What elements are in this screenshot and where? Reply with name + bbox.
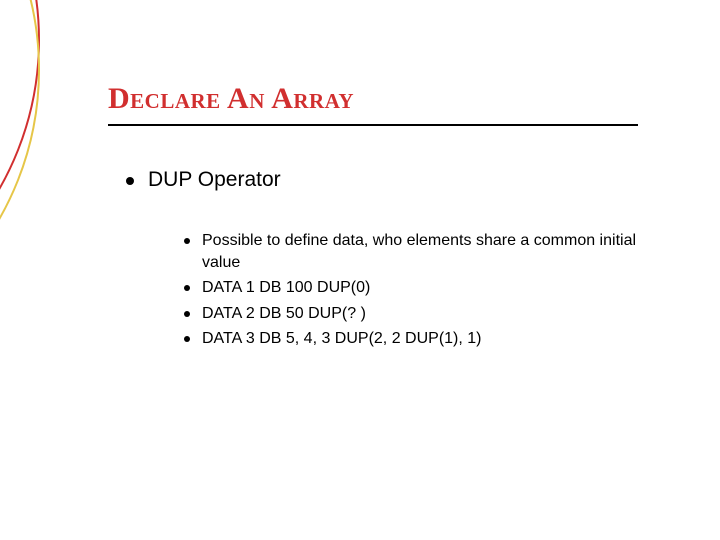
bullet-dot-icon bbox=[184, 238, 190, 244]
bullet-dot-icon bbox=[184, 311, 190, 317]
slide: Declare An Array DUP Operator Possible t… bbox=[0, 0, 720, 540]
list-item: DATA 3 DB 5, 4, 3 DUP(2, 2 DUP(1), 1) bbox=[184, 328, 654, 350]
bullet-level1-text: DUP Operator bbox=[148, 168, 281, 192]
slide-title: Declare An Array bbox=[108, 82, 354, 116]
list-item: DATA 2 DB 50 DUP(? ) bbox=[184, 303, 654, 325]
decor-arc-yellow-top bbox=[0, 0, 40, 370]
list-item-text: DATA 1 DB 100 DUP(0) bbox=[202, 277, 370, 299]
list-item-text: DATA 2 DB 50 DUP(? ) bbox=[202, 303, 366, 325]
list-item: DATA 1 DB 100 DUP(0) bbox=[184, 277, 654, 299]
decor-arc-red-bottom bbox=[680, 500, 720, 540]
title-underline bbox=[108, 124, 638, 126]
list-item-text: Possible to define data, who elements sh… bbox=[202, 230, 654, 273]
list-item-text: DATA 3 DB 5, 4, 3 DUP(2, 2 DUP(1), 1) bbox=[202, 328, 482, 350]
list-item: Possible to define data, who elements sh… bbox=[184, 230, 654, 273]
decor-arc-yellow-bottom bbox=[680, 470, 720, 540]
bullet-dot-icon bbox=[184, 285, 190, 291]
bullet-dot-icon bbox=[126, 177, 134, 185]
bullet-level2-list: Possible to define data, who elements sh… bbox=[184, 230, 654, 354]
bullet-level1: DUP Operator bbox=[126, 168, 281, 192]
bullet-dot-icon bbox=[184, 336, 190, 342]
